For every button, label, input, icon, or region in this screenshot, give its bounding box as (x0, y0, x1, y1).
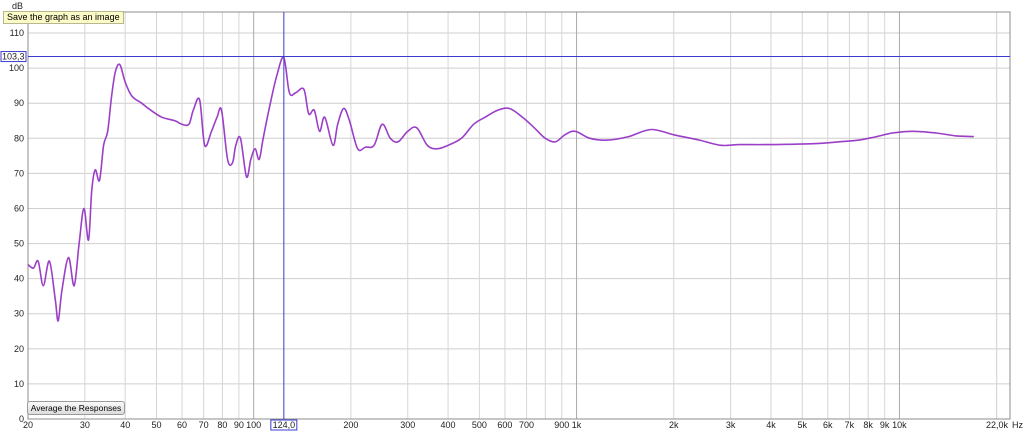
x-tick-label: 300 (400, 420, 415, 430)
x-tick-label: 3k (726, 420, 736, 430)
x-axis-ticks: 20 30 40 50 60 70 80 90 100 200 300 400 500 600 700 900… (23, 420, 1008, 430)
y-tick-label: 50 (14, 239, 24, 249)
y-tick-label: 10 (14, 379, 24, 389)
x-tick-label: 4k (766, 420, 776, 430)
y-tick-label: 70 (14, 168, 24, 178)
x-tick-label: 7k (845, 420, 855, 430)
y-tick-label: 40 (14, 274, 24, 284)
x-tick-label: 20 (23, 420, 33, 430)
x-tick-label: 70 (199, 420, 209, 430)
x-tick-label: 40 (120, 420, 130, 430)
svg-text:124,0: 124,0 (273, 420, 296, 430)
x-tick-label: 60 (177, 420, 187, 430)
grid (27, 12, 1010, 420)
average-responses-button[interactable]: Average the Responses (27, 401, 125, 415)
y-axis-unit: dB (12, 1, 23, 11)
x-tick-label: 900 (554, 420, 569, 430)
x-tick-label: 2k (669, 420, 679, 430)
y-tick-label: 80 (14, 133, 24, 143)
x-tick-label: 5k (797, 420, 807, 430)
x-tick-label: 6k (823, 420, 833, 430)
x-tick-label: 9k (880, 420, 890, 430)
x-tick-label: 50 (151, 420, 161, 430)
x-tick-label: 200 (343, 420, 358, 430)
x-tick-label: 600 (497, 420, 512, 430)
svg-text:103,3: 103,3 (2, 52, 25, 62)
y-tick-label: 30 (14, 309, 24, 319)
x-tick-label: 100 (246, 420, 261, 430)
x-tick-label: 10k (892, 420, 907, 430)
y-axis-ticks: 0102030405060708090100110 (9, 28, 24, 424)
plot-frame (27, 11, 1011, 420)
y-tick-label: 110 (10, 28, 24, 38)
x-tick-label: 400 (441, 420, 456, 430)
y-tick-label: 20 (14, 344, 24, 354)
x-tick-label: 1k (572, 420, 582, 430)
x-tick-label: 22,0k (986, 420, 1009, 430)
x-tick-label: 80 (217, 420, 227, 430)
cursor-y-readout: 103,3 (0, 51, 27, 63)
x-tick-label: 500 (472, 420, 487, 430)
save-graph-tooltip: Save the graph as an image (3, 11, 124, 24)
x-tick-label: 90 (234, 420, 244, 430)
y-tick-label: 100 (9, 63, 24, 73)
series-line (27, 56, 974, 322)
y-tick-label: 60 (14, 203, 24, 213)
x-tick-label: 700 (519, 420, 534, 430)
cursor-x-readout: 124,0 (270, 419, 298, 431)
frequency-response-chart: 0102030405060708090100110 20 30 40 50 60 70 80… (0, 1, 1023, 431)
x-tick-label: 30 (80, 420, 90, 430)
x-axis-unit: Hz (1012, 420, 1023, 430)
y-tick-label: 90 (14, 98, 24, 108)
x-tick-label: 8k (863, 420, 873, 430)
